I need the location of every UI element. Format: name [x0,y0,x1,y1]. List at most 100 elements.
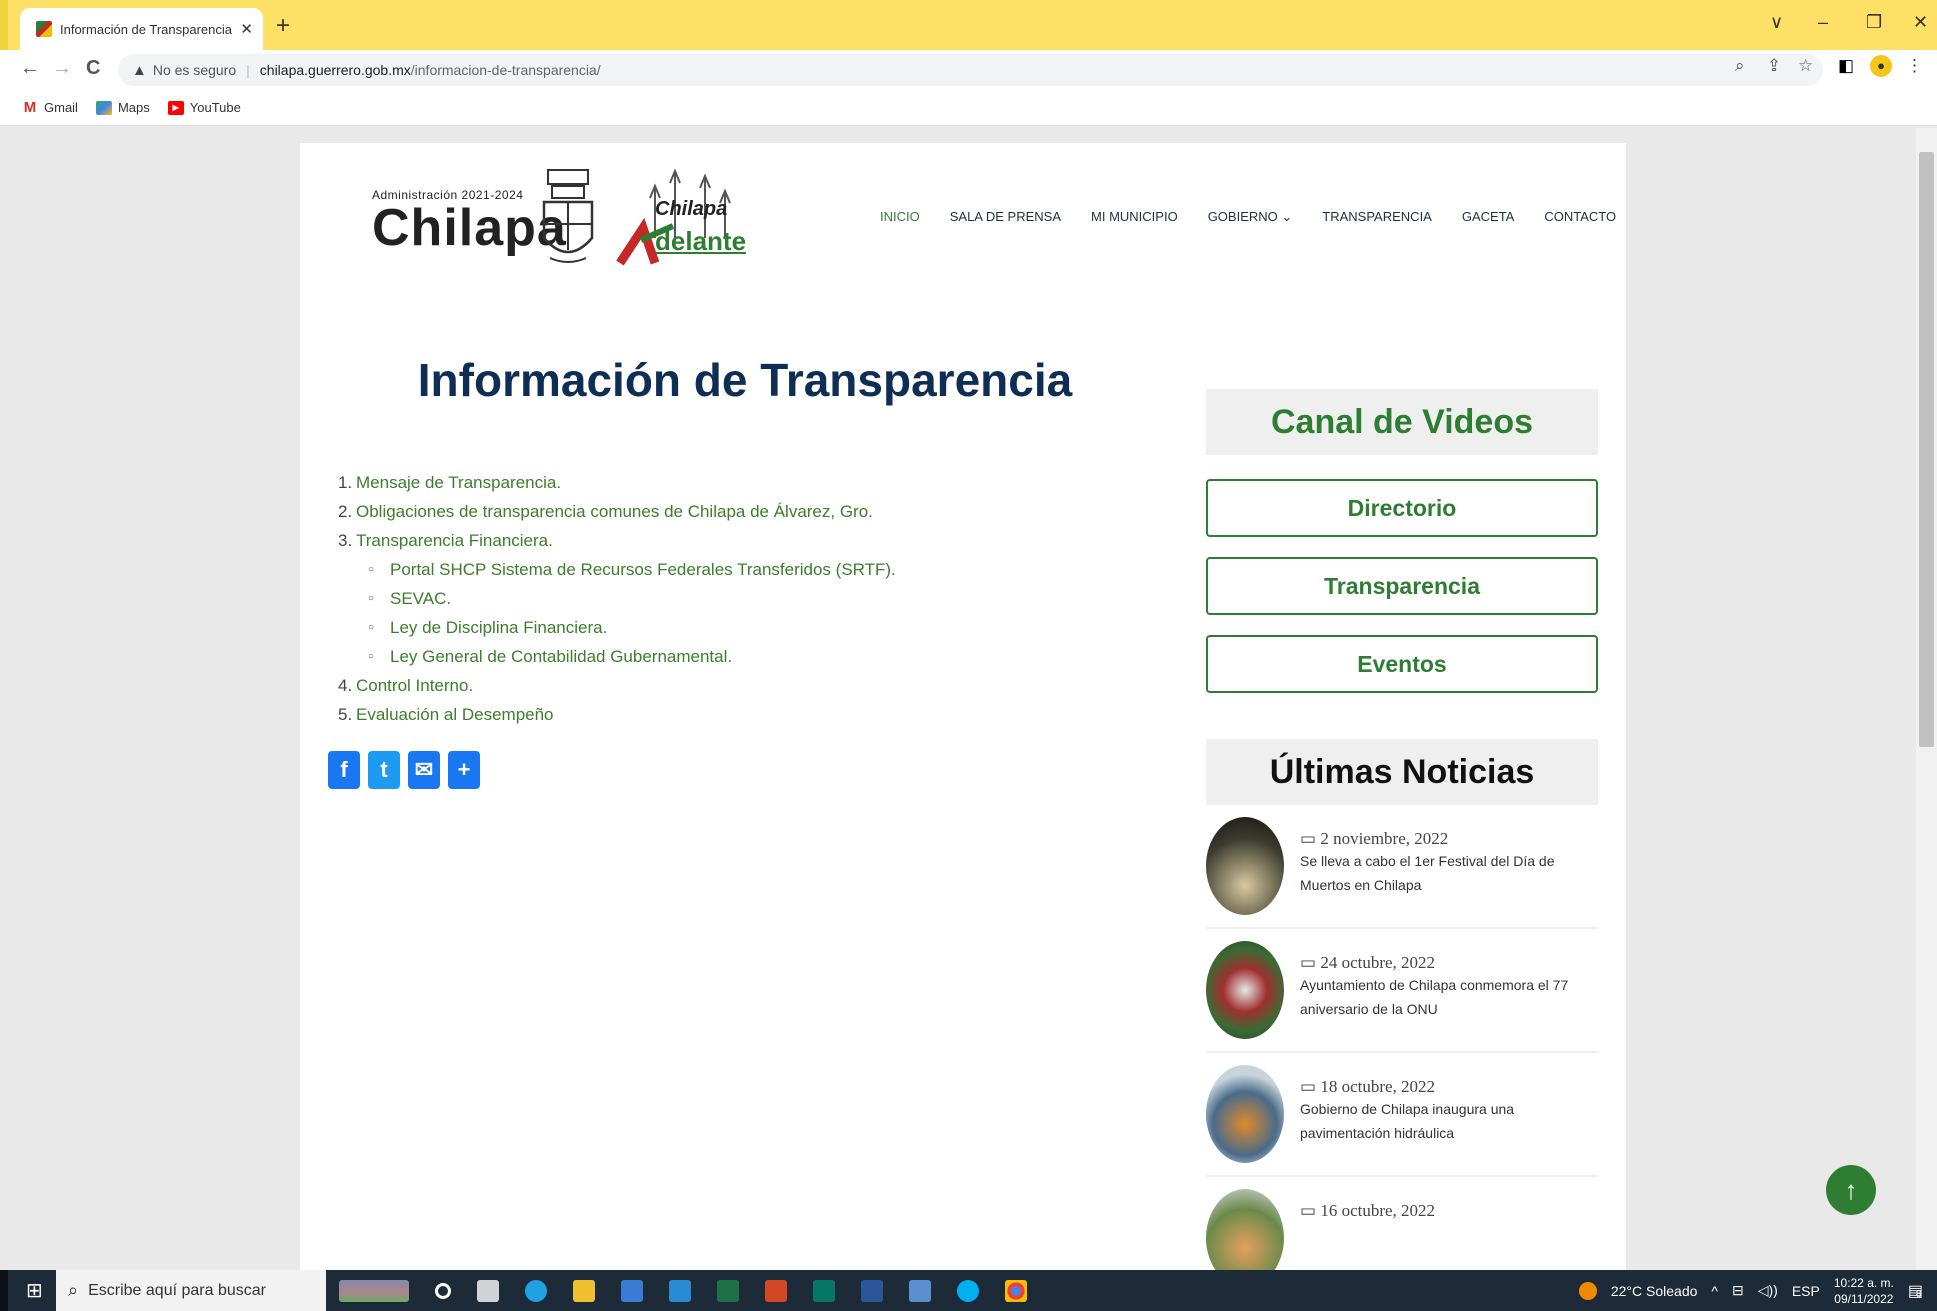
back-to-top-button[interactable]: ↑ [1826,1165,1876,1215]
url-path: /informacion-de-transparencia/ [410,62,601,78]
share-buttons: f t ✉ + [328,751,480,789]
nav-transparencia[interactable]: TRANSPARENCIA [1322,209,1432,225]
news-item[interactable]: ▭ 18 octubre, 2022 Gobierno de Chilapa in… [1206,1053,1598,1177]
bullet-icon: ○ [368,651,375,662]
weather-text[interactable]: 22°C Soleado [1611,1283,1698,1299]
powerpoint-icon[interactable] [765,1279,787,1302]
facebook-share-icon[interactable]: f [328,751,360,789]
nav-gobierno[interactable]: GOBIERNO ⌄ [1208,209,1293,225]
address-bar[interactable]: ▲ No es seguro | chilapa.guerrero.gob.mx… [118,54,1823,86]
reload-button[interactable]: C [86,57,100,80]
bookmark-gmail[interactable]: M Gmail [22,100,78,115]
news-title[interactable]: Ayuntamiento de Chilapa conmemora el 77 … [1300,973,1598,1021]
volume-icon[interactable]: ◁)) [1758,1282,1778,1299]
list-number: 3. [338,531,353,550]
close-window-button[interactable]: ✕ [1913,12,1928,33]
windows-taskbar: ⊞ ⌕ Escribe aquí para buscar 22°C Solead… [0,1270,1937,1311]
news-title[interactable]: Se lleva a cabo el 1er Festival del Día … [1300,849,1598,897]
language-indicator[interactable]: ESP [1792,1283,1820,1299]
list-link[interactable]: Mensaje de Transparencia. [356,468,561,497]
sub-list-link[interactable]: Ley General de Contabilidad Gubernamenta… [390,642,732,671]
task-view-icon[interactable] [477,1279,499,1302]
file-explorer-icon[interactable] [573,1279,595,1302]
bookmark-star-icon[interactable]: ☆ [1798,56,1813,76]
bookmark-youtube[interactable]: ▶ YouTube [167,100,241,115]
new-tab-button[interactable]: + [276,12,290,40]
chilapa-adelante-logo[interactable]: Chilapa delante [615,168,746,273]
news-item[interactable]: ▭ 24 octubre, 2022 Ayuntamiento de Chilap… [1206,929,1598,1053]
calendar-icon: ▭ [1300,1077,1321,1096]
word-icon[interactable] [861,1279,883,1302]
chilapa-logo[interactable]: Administración 2021-2024 Chilapa [372,188,567,254]
menu-icon[interactable]: ⋮ [1906,56,1923,76]
forward-button[interactable]: → [52,57,72,80]
weather-icon[interactable] [1578,1281,1597,1300]
videos-heading[interactable]: Canal de Videos [1206,389,1598,455]
list-link[interactable]: Evaluación al Desempeño [356,700,554,729]
news-item[interactable]: ▭ 16 octubre, 2022 [1206,1177,1598,1270]
favicon-icon [36,21,52,37]
address-divider: | [246,62,250,78]
bookmark-maps[interactable]: Maps [95,100,150,115]
nav-sala-de-prensa[interactable]: SALA DE PRENSA [950,209,1061,225]
nav-inicio[interactable]: INICIO [880,209,920,225]
cortana-icon[interactable] [435,1282,451,1299]
zoom-icon[interactable]: ⌕ [1735,56,1745,76]
maps-icon [95,100,112,115]
list-link[interactable]: Obligaciones de transparencia comunes de… [356,497,873,526]
browser-tab[interactable]: Información de Transparencia | H ✕ [20,8,263,50]
news-thumbnail[interactable] [1206,1189,1284,1270]
clock[interactable]: 10:22 a. m. 09/11/2022 [1834,1275,1894,1307]
sub-list-link[interactable]: Portal SHCP Sistema de Recursos Federale… [390,555,896,584]
sub-list-link[interactable]: SEVAC. [390,584,451,613]
transparencia-button[interactable]: Transparencia [1206,557,1598,615]
list-number: 2. [338,502,353,521]
sub-list-link[interactable]: Ley de Disciplina Financiera. [390,613,607,642]
profile-icon[interactable]: ● [1870,55,1892,77]
close-tab-icon[interactable]: ✕ [240,20,253,38]
list-link[interactable]: Transparencia Financiera. [356,526,553,555]
notifications-icon[interactable]: ▤ 8 [1908,1281,1923,1301]
chevron-down-icon: ⌄ [1281,209,1293,224]
bookmark-label: Maps [117,100,150,115]
news-item[interactable]: ▭ 2 noviembre, 2022 Se lleva a cabo el 1e… [1206,805,1598,929]
excel-icon[interactable] [717,1279,739,1302]
news-title[interactable]: Gobierno de Chilapa inaugura una pavimen… [1300,1097,1598,1145]
twitter-share-icon[interactable]: t [368,751,400,789]
store-icon[interactable] [621,1279,643,1302]
tab-search-icon[interactable]: ∨ [1770,12,1783,33]
list-number: 5. [338,705,353,724]
news-thumbnail[interactable] [1206,1065,1284,1163]
warning-icon[interactable]: ▲ [132,62,147,79]
taskbar-search[interactable]: ⌕ Escribe aquí para buscar [56,1270,326,1311]
news-date-text: 24 octubre, 2022 [1320,953,1436,972]
skype-icon[interactable] [957,1279,979,1302]
restore-button[interactable]: ❐ [1866,12,1882,33]
windows-start-icon[interactable]: ⊞ [26,1278,43,1303]
eventos-button[interactable]: Eventos [1206,635,1598,693]
list-link[interactable]: Control Interno. [356,671,473,700]
edge-icon[interactable] [525,1279,547,1302]
sidebar: Canal de Videos Directorio Transparencia… [1206,389,1598,1270]
share-icon[interactable]: ⇪ [1767,56,1781,76]
news-heading: Últimas Noticias [1206,739,1598,805]
news-thumbnail[interactable] [1206,817,1284,915]
nav-contacto[interactable]: CONTACTO [1544,209,1616,225]
scrollbar-thumb[interactable] [1919,152,1934,747]
news-thumbnail[interactable] [1206,941,1284,1039]
nav-gaceta[interactable]: GACETA [1462,209,1515,225]
chrome-icon[interactable] [1005,1279,1027,1302]
email-share-icon[interactable]: ✉ [408,751,440,789]
mail-icon[interactable] [669,1279,691,1302]
nav-mi-municipio[interactable]: MI MUNICIPIO [1091,209,1178,225]
network-icon[interactable]: ⊟ [1732,1282,1744,1299]
minimize-button[interactable]: – [1818,12,1828,33]
more-share-icon[interactable]: + [448,751,480,789]
search-highlight-icon[interactable] [339,1279,409,1302]
tray-chevron-icon[interactable]: ^ [1711,1283,1718,1299]
back-button[interactable]: ← [20,57,40,80]
sidepanel-icon[interactable]: ◧ [1838,56,1854,76]
project-icon[interactable] [813,1279,835,1302]
directorio-button[interactable]: Directorio [1206,479,1598,537]
outlook-icon[interactable] [909,1279,931,1302]
